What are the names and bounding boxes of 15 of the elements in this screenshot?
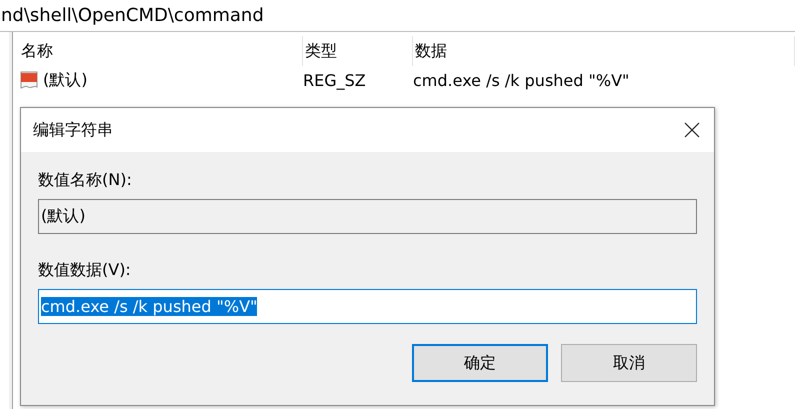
field-label: 数值名称(N):: [38, 170, 132, 191]
field-label: 数值数据(V):: [38, 260, 131, 281]
column-header[interactable]: 名称: [19, 36, 303, 66]
address-path[interactable]: nd\shell\OpenCMD\command: [1, 5, 264, 26]
value-type: REG_SZ: [303, 70, 367, 90]
cancel-button[interactable]: 取消: [561, 344, 697, 382]
dialog-title: 编辑字符串: [33, 120, 113, 140]
column-header[interactable]: 类型: [303, 36, 413, 66]
ok-button[interactable]: 确定: [412, 344, 548, 382]
value-name: (默认): [43, 70, 88, 90]
close-icon[interactable]: [684, 122, 700, 138]
value-data-field[interactable]: cmd.exe /s /k pushed "%V": [38, 289, 697, 324]
column-header[interactable]: 数据: [413, 36, 795, 66]
value-data: cmd.exe /s /k pushed "%V": [413, 70, 630, 90]
value-name-field[interactable]: (默认): [38, 199, 697, 234]
